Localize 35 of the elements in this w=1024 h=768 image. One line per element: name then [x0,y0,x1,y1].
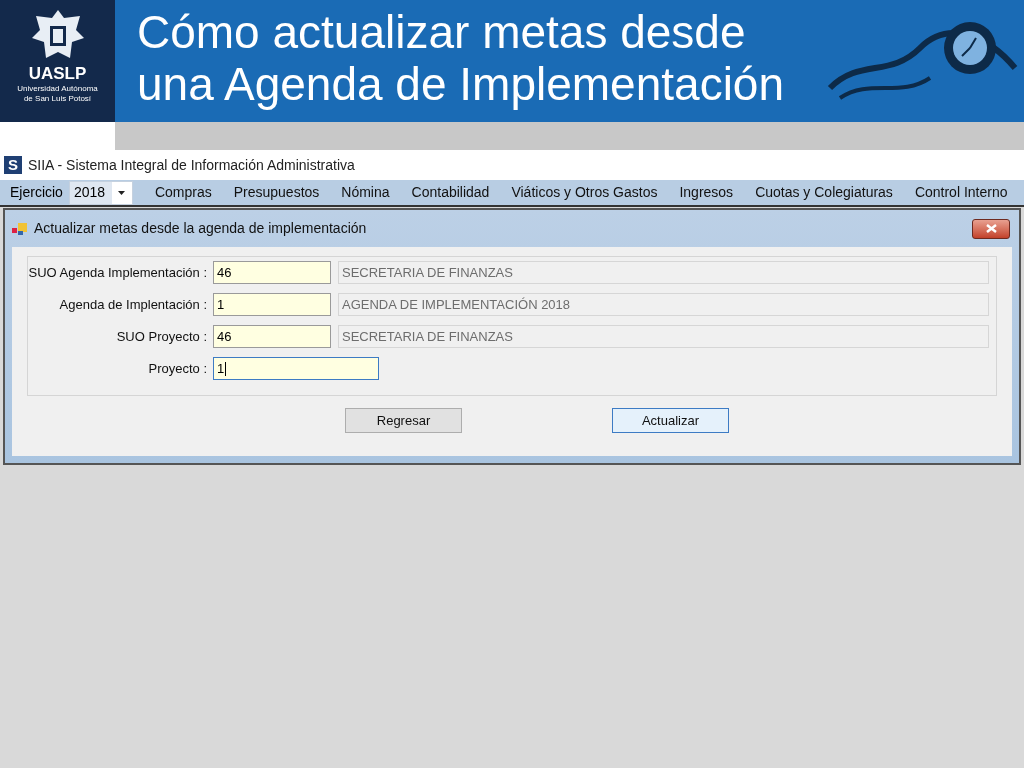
logo-subtitle: Universidad Autónoma [17,84,98,94]
slide-title-line: una Agenda de Implementación [137,58,786,110]
close-icon [985,224,997,233]
input-field[interactable]: 1 [213,357,379,380]
menu-item[interactable]: Nómina [341,182,390,203]
description-field: SECRETARIA DE FINANZAS [338,325,989,348]
input-field[interactable]: 46 [213,325,331,348]
logo-name: UASLP [28,64,87,84]
form-icon [12,222,28,235]
description-field: AGENDA DE IMPLEMENTACIÓN 2018 [338,293,989,316]
close-button[interactable] [972,218,1010,239]
dialog-button[interactable]: Actualizar [612,408,729,433]
app-logo: S [4,156,22,174]
menu-item[interactable]: Compras [154,182,212,203]
menu-item[interactable]: Ingresos [679,182,734,203]
input-field[interactable]: 1 [213,293,331,316]
dropdown-arrow-icon [118,190,126,195]
logo-subtitle: de San Luis Potosí [23,94,92,104]
dialog-title: Actualizar metas desde la agenda de implementación [34,219,367,238]
menu-item[interactable]: Control Interno [914,182,1008,203]
year-label: Ejercicio [10,183,63,202]
field-label: SUO Proyecto : [115,327,208,346]
field-label: Agenda de Implentación : [58,295,208,314]
input-field[interactable]: 46 [213,261,331,284]
description-field: SECRETARIA DE FINANZAS [338,261,989,284]
slide-title-line: Cómo actualizar metas desde [137,6,747,58]
field-label: SUO Agenda Implementación : [28,263,208,282]
menu-item[interactable]: Cuotas y Colegiaturas [755,182,893,203]
menu-item[interactable]: Viáticos y Otros Gastos [511,182,658,203]
field-label: Proyecto : [147,359,208,378]
app-title: SIIA - Sistema Integral de Información Administrativa [28,155,355,175]
dialog-button[interactable]: Regresar [345,408,462,433]
menu-item[interactable]: Contabilidad [411,182,490,203]
menu-item[interactable]: Presupuestos [233,182,320,203]
year-dropdown[interactable]: 2018 [68,180,133,205]
